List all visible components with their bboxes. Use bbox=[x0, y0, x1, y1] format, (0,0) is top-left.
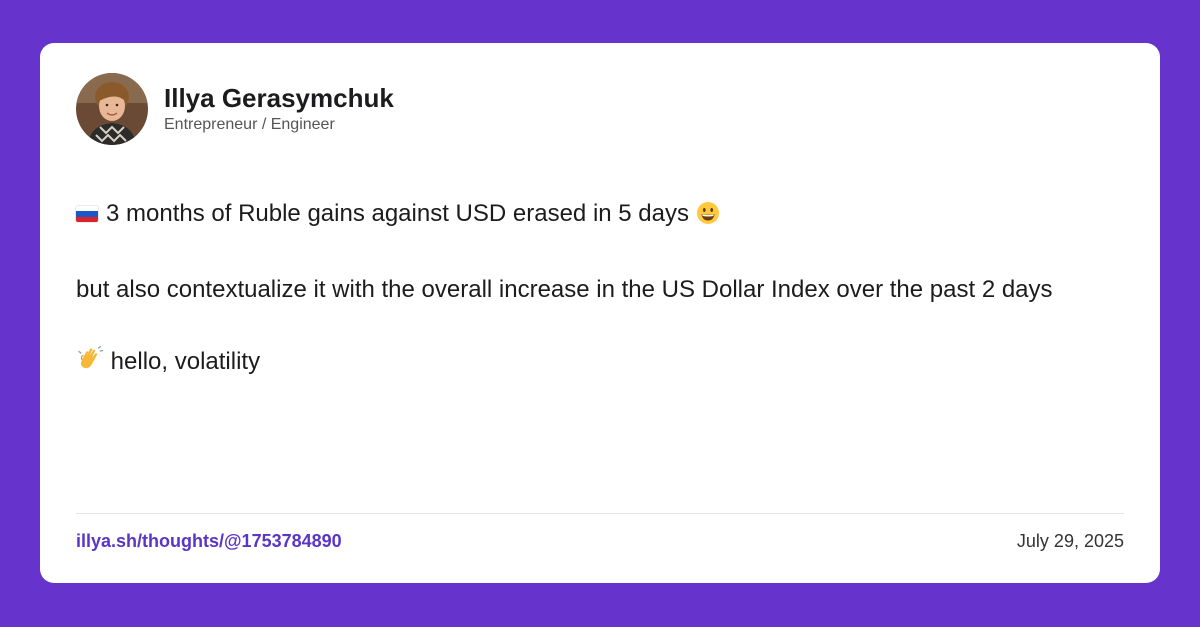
permalink-link[interactable]: illya.sh/thoughts/@1753784890 bbox=[76, 530, 342, 552]
avatar bbox=[76, 73, 148, 145]
author-name: Illya Gerasymchuk bbox=[164, 83, 394, 113]
post-date: July 29, 2025 bbox=[1016, 531, 1124, 551]
author-header: Illya Gerasymchuk Entrepreneur / Enginee… bbox=[76, 73, 394, 145]
post-paragraph-3: hello, volatility bbox=[76, 344, 1132, 384]
grinning-face-icon bbox=[696, 200, 720, 236]
post-card: Illya Gerasymchuk Entrepreneur / Enginee… bbox=[40, 43, 1160, 583]
post-text-1: 3 months of Ruble gains against USD eras… bbox=[106, 200, 689, 227]
post-paragraph-1: 3 months of Ruble gains against USD eras… bbox=[76, 196, 1132, 236]
post-text-3: hello, volatility bbox=[110, 348, 261, 375]
waving-hand-icon bbox=[76, 345, 104, 384]
russia-flag-icon bbox=[76, 206, 98, 222]
author-role: Entrepreneur / Engineer bbox=[164, 116, 335, 133]
post-content: 3 months of Ruble gains against USD eras… bbox=[76, 196, 1132, 384]
footer-divider bbox=[76, 513, 1124, 514]
author-identity: Illya Gerasymchuk Entrepreneur / Enginee… bbox=[164, 83, 394, 135]
post-paragraph-2: but also contextualize it with the overa… bbox=[76, 276, 1053, 303]
